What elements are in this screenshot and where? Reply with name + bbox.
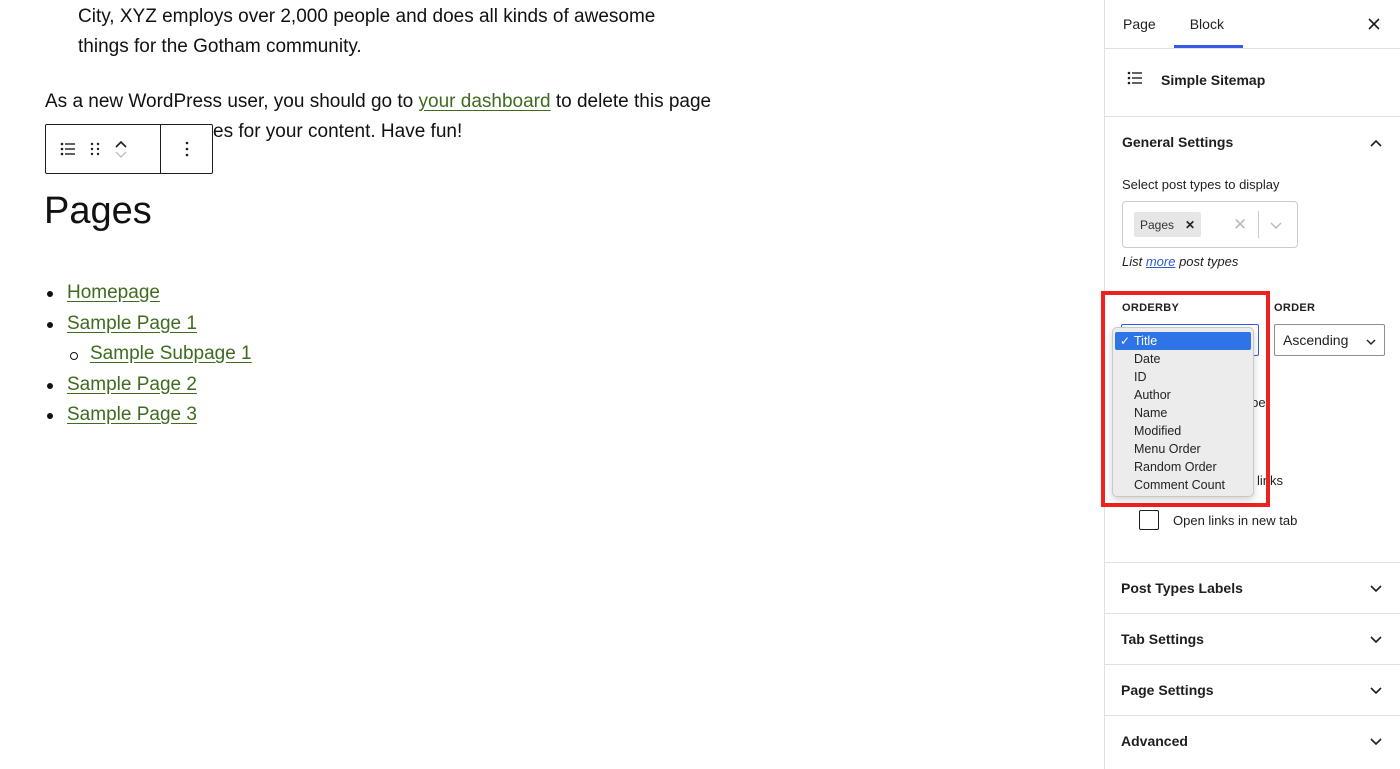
dashboard-link[interactable]: your dashboard — [419, 91, 551, 112]
list-icon[interactable] — [60, 142, 76, 156]
drag-handle-icon[interactable] — [90, 142, 100, 156]
sitemap-link[interactable]: Homepage — [67, 282, 160, 303]
clear-selection-icon[interactable]: ✕ — [1233, 215, 1247, 235]
help-text: List — [1122, 254, 1146, 269]
tab-settings-panel: Tab Settings — [1104, 613, 1400, 664]
paragraph-text: es for your content. Have fun! — [213, 121, 463, 142]
orderby-dropdown-menu: ✓ Title Date ID Author Name Modified Menu… — [1112, 327, 1254, 497]
block-toolbar-main-group — [46, 125, 161, 173]
block-toolbar-options-group — [161, 125, 212, 173]
sitemap-link[interactable]: Sample Page 3 — [67, 404, 197, 425]
post-types-select[interactable]: Pages ✕ ✕ — [1122, 201, 1298, 248]
sitemap-heading: Pages — [44, 190, 152, 232]
panel-title: Tab Settings — [1121, 631, 1204, 647]
panel-title: General Settings — [1122, 134, 1234, 150]
chevron-up-icon[interactable] — [114, 139, 128, 149]
sitemap-link[interactable]: Sample Page 2 — [67, 374, 197, 395]
chevron-down-icon[interactable] — [114, 149, 128, 159]
dropdown-option-id[interactable]: ID — [1113, 368, 1253, 386]
collapsed-panels: Post Types Labels Tab Settings Page Sett… — [1104, 562, 1400, 766]
order-select[interactable]: Ascending — [1274, 324, 1385, 356]
post-type-chip: Pages ✕ — [1134, 212, 1202, 237]
paragraph-text: to delete this page — [550, 91, 712, 112]
paragraph-block[interactable]: City, XYZ employs over 2,000 people and … — [78, 2, 698, 62]
sitemap-item: Sample Page 1 — [45, 309, 252, 340]
dropdown-option-title[interactable]: ✓ Title — [1115, 332, 1251, 350]
block-mover — [114, 139, 128, 159]
dropdown-option-menu-order[interactable]: Menu Order — [1113, 440, 1253, 458]
sitemap-link[interactable]: Sample Subpage 1 — [90, 343, 252, 364]
tab-block[interactable]: Block — [1174, 0, 1243, 48]
sidebar-tabs: Page Block — [1105, 0, 1400, 49]
dropdown-option-random-order[interactable]: Random Order — [1113, 458, 1253, 476]
option-label: Title — [1134, 334, 1158, 348]
page-settings-toggle[interactable]: Page Settings — [1104, 665, 1400, 715]
page-settings-panel: Page Settings — [1104, 664, 1400, 715]
more-post-types-link[interactable]: more — [1146, 254, 1176, 269]
dropdown-option-date[interactable]: Date — [1113, 350, 1253, 368]
more-vertical-icon[interactable] — [185, 141, 189, 157]
chevron-down-icon — [1370, 733, 1382, 749]
panel-title: Advanced — [1121, 733, 1188, 749]
block-card: Simple Sitemap — [1105, 49, 1400, 117]
general-settings-toggle[interactable]: General Settings — [1105, 117, 1400, 167]
dropdown-option-comment-count[interactable]: Comment Count — [1113, 476, 1253, 494]
advanced-toggle[interactable]: Advanced — [1104, 716, 1400, 766]
chip-label: Pages — [1140, 217, 1175, 232]
panel-title: Page Settings — [1121, 682, 1214, 698]
dropdown-option-modified[interactable]: Modified — [1113, 422, 1253, 440]
order-label: ORDER — [1274, 302, 1316, 314]
chevron-down-icon — [1370, 682, 1382, 698]
open-new-tab-row: Open links in new tab — [1139, 510, 1297, 530]
list-icon — [1127, 71, 1143, 90]
checkmark-icon: ✓ — [1120, 334, 1131, 348]
panel-title: Post Types Labels — [1121, 580, 1243, 596]
sitemap-item: Sample Page 3 — [45, 400, 252, 431]
separator — [1258, 211, 1259, 238]
post-types-labels-panel: Post Types Labels — [1104, 562, 1400, 613]
advanced-panel: Advanced — [1104, 715, 1400, 766]
open-new-tab-checkbox[interactable] — [1139, 510, 1159, 530]
post-types-label: Select post types to display — [1122, 177, 1280, 192]
chevron-down-icon — [1366, 332, 1376, 348]
paragraph-text: As a new WordPress user, you should go t… — [45, 91, 419, 112]
sitemap-subitem: Sample Subpage 1 — [45, 339, 252, 370]
block-card-title: Simple Sitemap — [1161, 72, 1266, 88]
chevron-down-icon — [1370, 631, 1382, 647]
sitemap-link[interactable]: Sample Page 1 — [67, 313, 197, 334]
editor-canvas: City, XYZ employs over 2,000 people and … — [0, 0, 1104, 769]
chevron-down-icon — [1370, 580, 1382, 596]
chevron-down-icon[interactable] — [1270, 217, 1282, 235]
post-types-help: List more post types — [1122, 254, 1400, 269]
order-value: Ascending — [1283, 332, 1349, 348]
remove-chip-icon[interactable]: ✕ — [1185, 218, 1195, 232]
checkbox-label: Open links in new tab — [1173, 512, 1298, 528]
sitemap-item: Sample Page 2 — [45, 370, 252, 401]
help-text: post types — [1175, 254, 1239, 269]
block-toolbar — [45, 124, 213, 174]
tab-settings-toggle[interactable]: Tab Settings — [1104, 614, 1400, 664]
close-icon[interactable] — [1364, 14, 1384, 34]
dropdown-option-name[interactable]: Name — [1113, 404, 1253, 422]
post-types-labels-toggle[interactable]: Post Types Labels — [1104, 563, 1400, 613]
dropdown-option-author[interactable]: Author — [1113, 386, 1253, 404]
tab-page[interactable]: Page — [1105, 0, 1174, 48]
chevron-up-icon — [1370, 134, 1382, 150]
sitemap-list: Homepage Sample Page 1 Sample Subpage 1 … — [45, 278, 252, 431]
sitemap-item: Homepage — [45, 278, 252, 309]
